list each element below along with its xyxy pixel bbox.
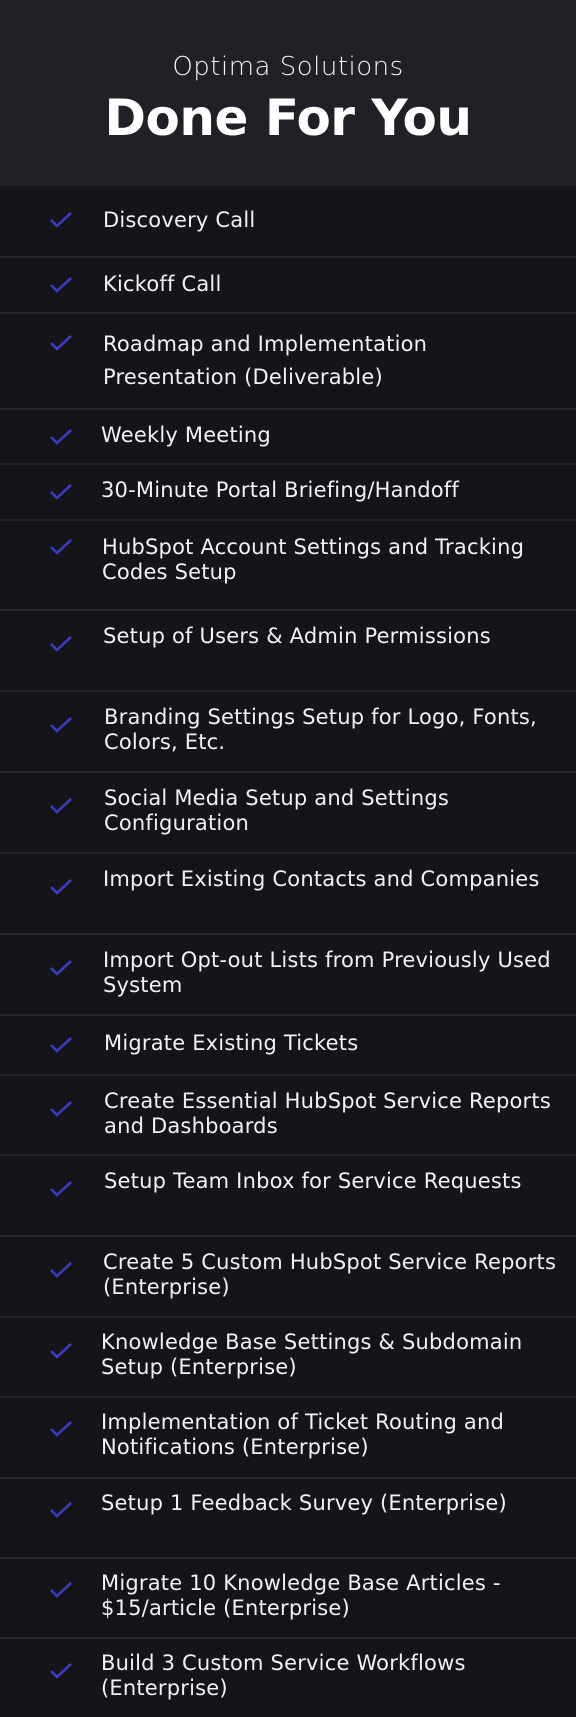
checklist-item: Social Media Setup and Settings Configur… xyxy=(0,771,576,852)
checklist-item: HubSpot Account Settings and Tracking Co… xyxy=(0,519,576,609)
check-icon xyxy=(49,211,73,229)
check-icon xyxy=(49,334,73,352)
check-icon xyxy=(49,878,73,896)
check-icon xyxy=(49,428,73,446)
check-icon xyxy=(49,483,73,501)
checklist-item-label: Kickoff Call xyxy=(103,272,222,296)
checklist-item: Kickoff Call xyxy=(0,256,576,312)
checklist-item-label: Create Essential HubSpot Service Reports… xyxy=(104,1089,551,1138)
checklist-item-label: Branding Settings Setup for Logo, Fonts,… xyxy=(104,705,537,754)
check-icon xyxy=(49,797,73,815)
checklist-item: Branding Settings Setup for Logo, Fonts,… xyxy=(0,690,576,771)
checklist-item: Roadmap and Implementation Presentation … xyxy=(0,312,576,408)
checklist-item-label: Create 5 Custom HubSpot Service Reports … xyxy=(103,1250,557,1299)
check-icon xyxy=(49,1036,73,1054)
checklist-item-label: Implementation of Ticket Routing and Not… xyxy=(101,1410,505,1459)
checklist-item: Implementation of Ticket Routing and Not… xyxy=(0,1396,576,1477)
checklist-item-label: HubSpot Account Settings and Tracking Co… xyxy=(102,535,525,584)
checklist-item-label: 30-Minute Portal Briefing/Handoff xyxy=(101,478,459,502)
checklist-item-label: Roadmap and Implementation Presentation … xyxy=(103,332,428,389)
check-icon xyxy=(49,716,73,734)
check-icon xyxy=(49,1662,73,1680)
check-icon xyxy=(49,635,73,653)
checklist-item: Import Opt-out Lists from Previously Use… xyxy=(0,933,576,1014)
checklist-item: Setup Team Inbox for Service Requests xyxy=(0,1154,576,1235)
checklist-item-label: Social Media Setup and Settings Configur… xyxy=(104,786,449,835)
checklist-item: Create 5 Custom HubSpot Service Reports … xyxy=(0,1235,576,1316)
checklist-item: Setup of Users & Admin Permissions xyxy=(0,609,576,690)
checklist-item-label: Setup of Users & Admin Permissions xyxy=(103,624,491,648)
check-icon xyxy=(49,538,73,556)
checklist-item: Migrate Existing Tickets xyxy=(0,1014,576,1074)
page-title: Done For You xyxy=(104,89,472,147)
checklist-item: Setup 1 Feedback Survey (Enterprise) xyxy=(0,1477,576,1557)
checklist-item-label: Import Opt-out Lists from Previously Use… xyxy=(103,948,551,997)
checklist-item-label: Setup Team Inbox for Service Requests xyxy=(104,1169,522,1193)
checklist-item: Create Essential HubSpot Service Reports… xyxy=(0,1074,576,1154)
checklist-item-label: Import Existing Contacts and Companies xyxy=(103,867,540,891)
checklist-item-label: Setup 1 Feedback Survey (Enterprise) xyxy=(101,1491,507,1515)
checklist-item: Weekly Meeting xyxy=(0,408,576,463)
checklist-item-label: Migrate 10 Knowledge Base Articles - $15… xyxy=(101,1571,501,1620)
checklist-item-label: Weekly Meeting xyxy=(101,423,271,447)
checklist-item-label: Knowledge Base Settings & Subdomain Setu… xyxy=(101,1330,523,1379)
check-icon xyxy=(49,1342,73,1360)
company-name: Optima Solutions xyxy=(172,52,404,82)
check-icon xyxy=(49,1501,73,1519)
check-icon xyxy=(49,276,73,294)
page-header: Optima Solutions Done For You xyxy=(0,0,576,186)
checklist-item-label: Migrate Existing Tickets xyxy=(104,1031,359,1055)
checklist-item: Discovery Call xyxy=(0,186,576,256)
check-icon xyxy=(49,1261,73,1279)
check-icon xyxy=(49,1180,73,1198)
check-icon xyxy=(49,1581,73,1599)
check-icon xyxy=(49,1420,73,1438)
checklist-item-label: Discovery Call xyxy=(103,208,256,232)
check-icon xyxy=(49,1100,73,1118)
check-icon xyxy=(49,959,73,977)
checklist-item: Knowledge Base Settings & Subdomain Setu… xyxy=(0,1316,576,1396)
checklist-item: Migrate 10 Knowledge Base Articles - $15… xyxy=(0,1557,576,1637)
checklist-item-label: Build 3 Custom Service Workflows (Enterp… xyxy=(101,1651,466,1700)
checklist-item: 30-Minute Portal Briefing/Handoff xyxy=(0,463,576,519)
checklist-item: Build 3 Custom Service Workflows (Enterp… xyxy=(0,1637,576,1717)
checklist-item: Import Existing Contacts and Companies xyxy=(0,852,576,933)
